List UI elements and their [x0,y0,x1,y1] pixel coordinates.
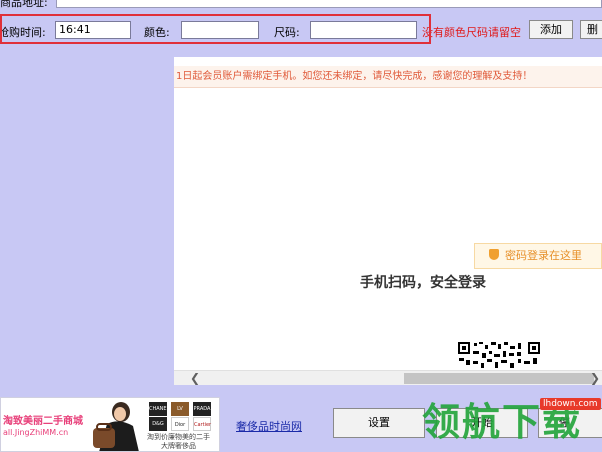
color-label: 颜色: [144,26,170,39]
url-label: 商品地址: [0,0,48,9]
password-login-tab[interactable]: 密码登录在这里 [474,243,602,269]
horizontal-scrollbar[interactable]: ❮ ❯ [174,370,602,385]
url-input[interactable] [56,0,602,8]
qr-code-icon [458,341,542,369]
scan-login-title: 手机扫码，安全登录 [360,275,486,291]
empty-hint: 没有颜色尺码请留空 [422,26,521,39]
delete-button[interactable]: 删 [580,20,602,39]
settings-button[interactable]: 设置 [333,408,425,438]
brand-dior: Dior [171,417,189,431]
shield-icon [489,249,499,260]
password-login-label: 密码登录在这里 [505,249,582,262]
url-row: 商品地址: [0,0,602,14]
color-input[interactable] [181,21,259,39]
watermark-site: lhdown.com [540,398,601,410]
banner-line2: 大牌奢侈品 [161,442,196,450]
scroll-right-icon[interactable]: ❯ [590,371,600,385]
size-input[interactable] [310,21,417,39]
scroll-thumb[interactable] [404,373,594,384]
brand-dg: D&G [149,417,167,431]
ad-banner[interactable]: 淘致美丽二手商城 all.JingZhiMM.cn CHANEL PRADA D… [0,397,220,452]
add-button[interactable]: 添加 [529,20,573,39]
time-label: 抢购时间: [0,26,46,39]
browser-panel: 1日起会员账户需绑定手机。如您还未绑定，请尽快完成，感谢您的理解及支持！ 密码登… [174,57,602,385]
brand-lv: LV [171,402,189,416]
model-image [93,402,139,451]
size-label: 尺码: [274,26,300,39]
brand-cartier: Cartier [193,417,211,431]
brand-prada: PRADA [193,402,211,416]
luxury-fashion-link[interactable]: 奢侈品时尚网 [236,418,302,434]
time-input[interactable]: 16:41 [55,21,131,39]
scroll-left-icon[interactable]: ❮ [190,371,200,385]
banner-url: all.JingZhiMM.cn [3,428,69,437]
brand-chanel: CHANEL [149,402,169,416]
binding-notice: 1日起会员账户需绑定手机。如您还未绑定，请尽快完成，感谢您的理解及支持！ [174,66,602,88]
banner-title: 淘致美丽二手商城 [3,416,83,427]
